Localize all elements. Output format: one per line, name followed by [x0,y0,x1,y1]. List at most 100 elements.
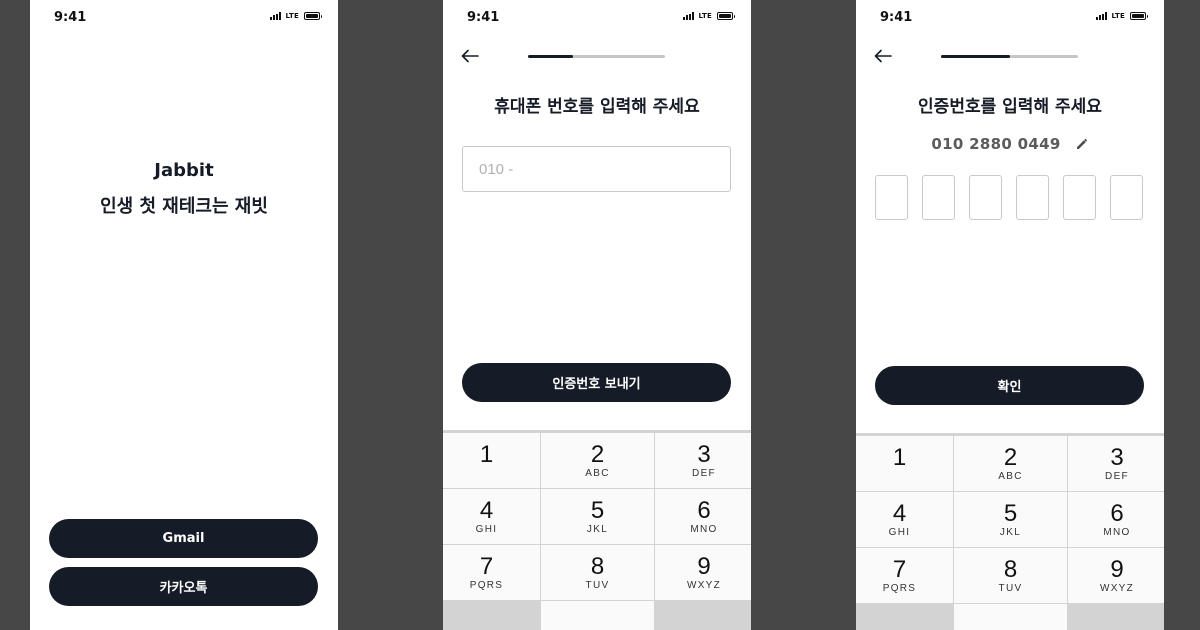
key-letters: JKL [586,524,609,535]
key-digit: 4 [892,500,907,527]
pencil-icon[interactable] [1075,137,1089,151]
key-digit: 1 [892,444,907,471]
key-digit: 3 [1110,444,1124,471]
keypad-blank [856,604,953,630]
key-letters: TUV [585,580,610,591]
keypad-key-3[interactable]: 3 DEF [1068,436,1164,491]
keypad-key-8[interactable]: 8 TUV [954,548,1067,603]
status-icons: LTE [682,12,735,20]
key-digit: 2 [590,441,605,468]
key-letters: JKL [999,527,1022,538]
keypad-key-8[interactable]: 8 TUV [541,545,654,600]
key-digit: 1 [479,441,494,468]
key-digit: 5 [590,497,605,524]
gmail-login-button[interactable]: Gmail [49,519,318,558]
keypad-key-9[interactable]: 9 WXYZ [655,545,751,600]
keypad-key-partial[interactable] [541,601,654,630]
otp-digit-box[interactable] [875,175,908,220]
key-letters: PQRS [469,580,504,591]
signal-icon [682,12,694,20]
back-arrow-icon[interactable] [461,49,479,63]
network-label: LTE [1111,12,1125,20]
battery-icon [304,12,322,20]
key-letters: WXYZ [1099,583,1135,594]
keypad-key-4[interactable]: 4 GHI [443,489,540,544]
keypad-key-2[interactable]: 2 ABC [541,433,654,488]
keypad-key-7[interactable]: 7 PQRS [856,548,953,603]
network-label: LTE [698,12,712,20]
otp-digit-box[interactable] [1016,175,1049,220]
otp-digit-box[interactable] [1110,175,1143,220]
key-letters: MNO [690,524,718,535]
key-letters: ABC [585,468,610,479]
key-letters: MNO [1103,527,1131,538]
key-letters: GHI [475,524,498,535]
phone-number-screen: 9:41 LTE 휴대폰 번호를 입력해 주세요 인증번호 보내기 12ABC3… [443,0,751,630]
keypad-blank [443,601,540,630]
status-time: 9:41 [467,10,500,25]
keypad-key-3[interactable]: 3 DEF [655,433,751,488]
keypad-key-6[interactable]: 6 MNO [1068,492,1164,547]
signal-icon [269,12,281,20]
tagline: 인생 첫 재테크는 재빗 [100,196,268,217]
status-icons: LTE [269,12,322,20]
keypad-grid: 1 2 ABC 3 DEF 4 GHI 5 JKL 6 MNO 7 PQRS 8 TUV 9 WXYZ [856,436,1164,630]
keypad-key-7[interactable]: 7 PQRS [443,545,540,600]
key-letters: PQRS [882,583,917,594]
keypad-key-4[interactable]: 4 GHI [856,492,953,547]
kakao-login-button[interactable]: 카카오톡 [49,567,318,606]
key-digit: 7 [892,556,907,583]
keypad-blank [1068,604,1164,630]
keypad-key-partial[interactable] [954,604,1067,630]
status-bar: 9:41 LTE [30,0,338,34]
status-bar: 9:41 LTE [856,0,1164,34]
numeric-keypad: 1 2 ABC 3 DEF 4 GHI 5 JKL 6 MNO 7 PQRS 8 TUV 9 WXYZ [856,433,1164,630]
progress-bar [941,55,1078,58]
phone-number-row: 010 2880 0449 [856,135,1164,153]
keypad-key-6[interactable]: 6 MNO [655,489,751,544]
key-digit: 8 [590,553,605,580]
keypad-grid: 1 2 ABC 3 DEF 4 GHI 5 JKL 6 MNO 7 PQRS 8 TUV 9 WXYZ [443,433,751,630]
keypad-key-2[interactable]: 2 ABC [954,436,1067,491]
key-letters: DEF [692,468,716,479]
key-letters: ABC [998,471,1023,482]
otp-digit-box[interactable] [1063,175,1096,220]
page-title: 휴대폰 번호를 입력해 주세요 [494,97,700,117]
welcome-screen: 9:41 LTE Jabbit 인생 첫 재테크는 재빗 Gmail 카카오톡 [30,0,338,630]
phone-number-display: 010 2880 0449 [931,135,1061,153]
status-time: 9:41 [880,10,913,25]
key-digit: 5 [1003,500,1018,527]
key-digit: 8 [1003,556,1018,583]
otp-digit-box[interactable] [969,175,1002,220]
key-letters: TUV [998,583,1023,594]
battery-icon [717,12,735,20]
key-letters: DEF [1105,471,1129,482]
keypad-key-1[interactable]: 1 [856,436,953,491]
status-icons: LTE [1095,12,1148,20]
page-title: 인증번호를 입력해 주세요 [918,97,1102,117]
key-letters: WXYZ [686,580,722,591]
key-digit: 6 [697,497,711,524]
keypad-key-1[interactable]: 1 [443,433,540,488]
back-arrow-icon[interactable] [874,49,892,63]
key-digit: 4 [479,497,494,524]
signal-icon [1095,12,1107,20]
keypad-key-5[interactable]: 5 JKL [541,489,654,544]
key-digit: 9 [697,553,711,580]
keypad-key-5[interactable]: 5 JKL [954,492,1067,547]
network-label: LTE [285,12,299,20]
otp-digit-box[interactable] [922,175,955,220]
send-code-button[interactable]: 인증번호 보내기 [462,363,731,402]
status-time: 9:41 [54,10,87,25]
key-digit: 7 [479,553,494,580]
progress-fill [528,55,574,58]
progress-fill [941,55,1010,58]
progress-bar [528,55,665,58]
numeric-keypad: 1 2 ABC 3 DEF 4 GHI 5 JKL 6 MNO 7 PQRS 8 TUV 9 WXYZ [443,430,751,630]
keypad-blank [655,601,751,630]
confirm-button[interactable]: 확인 [875,366,1144,405]
phone-number-input[interactable] [462,146,731,192]
key-digit: 3 [697,441,711,468]
key-digit: 6 [1110,500,1124,527]
keypad-key-9[interactable]: 9 WXYZ [1068,548,1164,603]
